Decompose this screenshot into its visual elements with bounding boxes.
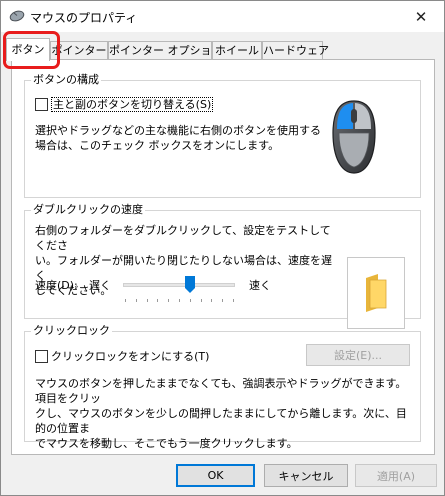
close-icon: ✕ <box>414 7 428 26</box>
click-lock-checkbox[interactable] <box>35 349 48 363</box>
click-lock-legend: クリックロック <box>31 324 112 338</box>
tab-buttons[interactable]: ボタン <box>6 38 50 61</box>
apply-button[interactable]: 適用(A) <box>355 464 437 487</box>
close-button[interactable]: ✕ <box>398 1 444 32</box>
tab-label: ポインター <box>51 44 107 57</box>
tab-label: ポインター オプション <box>109 44 223 57</box>
cancel-button[interactable]: キャンセル <box>264 464 348 487</box>
tab-label: ハードウェア <box>263 44 329 57</box>
slider-tick <box>168 299 170 302</box>
mouse-icon <box>9 10 25 22</box>
tab-panel-buttons: ボタンの構成 主と副のボタンを切り替える(S) 選択やドラッグなどの主な機能に右… <box>11 59 435 455</box>
slider-tick <box>146 299 148 302</box>
swap-buttons-label: 主と副のボタンを切り替える(S) <box>51 97 214 112</box>
test-folder-area[interactable] <box>347 257 405 329</box>
click-lock-label: クリックロックをオンにする(T) <box>51 350 210 363</box>
mouse-illustration-icon <box>332 100 376 174</box>
slider-tick <box>189 299 191 302</box>
slider-tick <box>125 299 126 302</box>
slow-label: 遅く <box>89 279 111 292</box>
click-lock-row[interactable]: クリックロックをオンにする(T) <box>35 348 209 364</box>
folder-icon <box>366 274 387 312</box>
tab-wheel[interactable]: ホイール <box>212 41 262 60</box>
title-bar: マウスのプロパティ ✕ <box>1 1 444 32</box>
slider-tick <box>233 299 234 302</box>
tab-hardware[interactable]: ハードウェア <box>262 41 329 60</box>
double-click-group: ダブルクリックの速度 右側のフォルダーをダブルクリックして、設定をテストしてくだ… <box>24 203 421 329</box>
tab-label: ホイール <box>215 44 259 57</box>
swap-buttons-checkbox[interactable] <box>35 98 48 111</box>
mouse-properties-window: マウスのプロパティ ✕ ボタン ポインター ポインター オプション ホイール ハ… <box>0 0 445 496</box>
window-title: マウスのプロパティ <box>30 11 138 25</box>
speed-slider-thumb[interactable] <box>185 276 196 293</box>
ok-button[interactable]: OK <box>176 464 255 487</box>
slider-tick <box>222 299 224 302</box>
slider-tick <box>157 299 159 302</box>
double-click-legend: ダブルクリックの速度 <box>31 203 145 217</box>
swap-buttons-row[interactable]: 主と副のボタンを切り替える(S) <box>35 97 214 112</box>
button-config-group: ボタンの構成 主と副のボタンを切り替える(S) 選択やドラッグなどの主な機能に右… <box>24 73 421 198</box>
slider-tick <box>179 299 180 302</box>
click-lock-group: クリックロック クリックロックをオンにする(T) 設定(E)... マウスのボタ… <box>24 324 421 450</box>
click-lock-settings-button[interactable]: 設定(E)... <box>306 344 410 366</box>
speed-label: 速度(D): <box>35 279 78 292</box>
tab-pointer-options[interactable]: ポインター オプション <box>108 41 223 60</box>
tab-strip: ボタン ポインター ポインター オプション ホイール ハードウェア <box>6 38 439 61</box>
tab-label: ボタン <box>11 43 45 56</box>
speed-slider-track[interactable] <box>123 283 235 287</box>
slider-tick <box>211 299 213 302</box>
swap-buttons-description: 選択やドラッグなどの主な機能に右側のボタンを使用する 場合は、このチェック ボッ… <box>35 124 321 152</box>
tab-pointers[interactable]: ポインター <box>50 41 108 60</box>
slider-tick <box>200 299 202 302</box>
button-config-legend: ボタンの構成 <box>31 73 101 87</box>
slider-tick <box>135 299 137 302</box>
click-lock-description: マウスのボタンを押したままでなくても、強調表示やドラッグができます。項目をクリッ… <box>35 377 407 450</box>
fast-label: 速く <box>249 279 271 292</box>
